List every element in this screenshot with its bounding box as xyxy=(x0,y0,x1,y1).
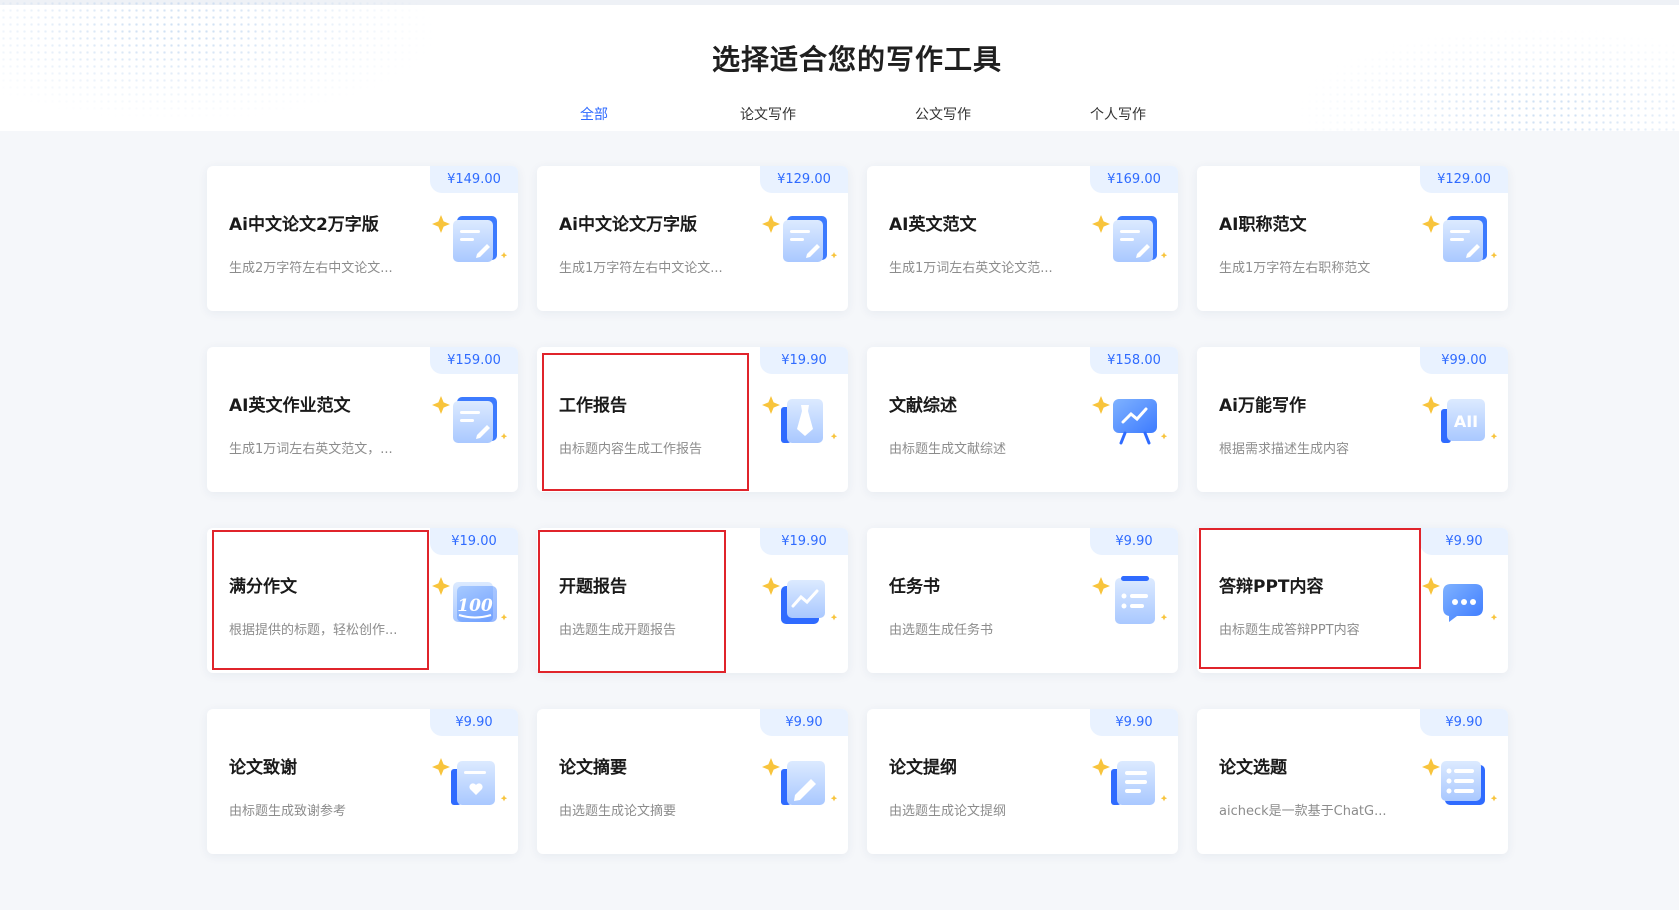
card-description: 生成1万字符左右职称范文 xyxy=(1219,261,1371,276)
card-description: 根据提供的标题，轻松创作... xyxy=(229,623,398,638)
price-badge: ¥169.00 xyxy=(1090,166,1178,193)
card-title: 论文选题 xyxy=(1219,758,1287,778)
chat-bubble-icon xyxy=(1417,570,1498,628)
card-description: 由选题生成任务书 xyxy=(889,623,994,638)
price-badge: ¥9.90 xyxy=(1420,528,1508,555)
price-badge: ¥9.90 xyxy=(1090,528,1178,555)
tie-icon xyxy=(757,389,838,447)
card-description: 生成1万字符左右中文论文... xyxy=(559,261,723,276)
document-edit-icon xyxy=(757,208,838,266)
card-title: AI英文范文 xyxy=(889,215,977,235)
card-description: 由标题生成答辩PPT内容 xyxy=(1219,623,1360,638)
presentation-chart-icon xyxy=(1087,389,1168,447)
tool-card[interactable]: ¥99.00 Ai万能写作根据需求描述生成内容 AII xyxy=(1197,347,1508,492)
card-description: 生成1万词左右英文论文范... xyxy=(889,261,1053,276)
heart-list-icon xyxy=(427,751,508,809)
document-edit-icon xyxy=(427,389,508,447)
score-100-icon: 100 xyxy=(427,570,508,628)
card-description: 由选题生成论文摘要 xyxy=(559,804,677,819)
document-edit-icon xyxy=(1417,208,1498,266)
tool-card[interactable]: ¥129.00 AI职称范文生成1万字符左右职称范文 xyxy=(1197,166,1508,311)
category-tabs: 全部 论文写作 公文写作 个人写作 xyxy=(0,104,1679,131)
price-badge: ¥159.00 xyxy=(430,347,518,374)
card-description: 由标题生成文献综述 xyxy=(889,442,1007,457)
tool-card[interactable]: ¥158.00 文献综述由标题生成文献综述 xyxy=(867,347,1178,492)
tool-card[interactable]: ¥149.00 Ai中文论文2万字版生成2万字符左右中文论文... xyxy=(207,166,518,311)
card-title: AI职称范文 xyxy=(1219,215,1307,235)
card-title: Ai中文论文2万字版 xyxy=(229,215,379,235)
card-title: 论文致谢 xyxy=(229,758,297,778)
card-title: Ai万能写作 xyxy=(1219,396,1306,416)
card-title: AI英文作业范文 xyxy=(229,396,351,416)
svg-text:100: 100 xyxy=(457,596,493,616)
tab-thesis-writing[interactable]: 论文写作 xyxy=(740,104,796,124)
tab-label: 个人写作 xyxy=(1090,107,1146,123)
card-title: 任务书 xyxy=(889,577,940,597)
tool-card[interactable]: ¥159.00 AI英文作业范文生成1万词左右英文范文，... xyxy=(207,347,518,492)
price-badge: ¥129.00 xyxy=(760,166,848,193)
card-title: 论文摘要 xyxy=(559,758,627,778)
tool-card[interactable]: ¥9.90 论文摘要由选题生成论文摘要 xyxy=(537,709,848,854)
list-icon xyxy=(1417,751,1498,809)
card-title: 答辩PPT内容 xyxy=(1219,577,1324,597)
price-badge: ¥9.90 xyxy=(1420,709,1508,736)
card-description: 由标题内容生成工作报告 xyxy=(559,442,703,457)
tab-label: 公文写作 xyxy=(915,107,971,123)
card-description: 由标题生成致谢参考 xyxy=(229,804,347,819)
price-badge: ¥149.00 xyxy=(430,166,518,193)
page: 选择适合您的写作工具 全部 论文写作 公文写作 个人写作 ¥149.00 Ai中文… xyxy=(0,0,1679,910)
document-edit-icon xyxy=(427,208,508,266)
tool-card[interactable]: ¥9.90 论文选题 aicheck是一款基于ChatG... xyxy=(1197,709,1508,854)
card-title: 文献综述 xyxy=(889,396,957,416)
card-description: 生成1万词左右英文范文，... xyxy=(229,442,393,457)
ai-badge-icon: AII xyxy=(1417,389,1498,447)
price-badge: ¥158.00 xyxy=(1090,347,1178,374)
tool-card[interactable]: ¥169.00 AI英文范文生成1万词左右英文论文范... xyxy=(867,166,1178,311)
outline-icon xyxy=(1087,751,1168,809)
price-badge: ¥19.90 xyxy=(760,347,848,374)
price-badge: ¥129.00 xyxy=(1420,166,1508,193)
tab-label: 全部 xyxy=(580,107,608,123)
pencil-icon xyxy=(757,751,838,809)
price-badge: ¥19.90 xyxy=(760,528,848,555)
tool-card[interactable]: ¥19.90 开题报告由选题生成开题报告 xyxy=(537,528,848,673)
tab-all[interactable]: 全部 xyxy=(580,104,608,124)
price-badge: ¥9.90 xyxy=(760,709,848,736)
tab-official-writing[interactable]: 公文写作 xyxy=(915,104,971,124)
tool-card[interactable]: ¥9.90 答辩PPT内容由标题生成答辩PPT内容 xyxy=(1197,528,1508,673)
tab-label: 论文写作 xyxy=(740,107,796,123)
price-badge: ¥19.00 xyxy=(430,528,518,555)
tab-personal-writing[interactable]: 个人写作 xyxy=(1090,104,1146,124)
page-title: 选择适合您的写作工具 xyxy=(711,43,1002,76)
card-title: Ai中文论文万字版 xyxy=(559,215,697,235)
price-badge: ¥9.90 xyxy=(430,709,518,736)
checklist-icon xyxy=(1087,570,1168,628)
tool-card[interactable]: ¥19.90 工作报告由标题内容生成工作报告 xyxy=(537,347,848,492)
card-title: 论文提纲 xyxy=(889,758,957,778)
card-description: 由选题生成论文提纲 xyxy=(889,804,1007,819)
svg-text:AII: AII xyxy=(1454,412,1478,431)
line-chart-icon xyxy=(757,570,838,628)
price-badge: ¥99.00 xyxy=(1420,347,1508,374)
tool-card[interactable]: ¥9.90 任务书由选题生成任务书 xyxy=(867,528,1178,673)
card-description: 根据需求描述生成内容 xyxy=(1219,442,1350,457)
document-edit-icon xyxy=(1087,208,1168,266)
card-title: 开题报告 xyxy=(559,577,627,597)
tool-card[interactable]: ¥129.00 Ai中文论文万字版生成1万字符左右中文论文... xyxy=(537,166,848,311)
card-title: 满分作文 xyxy=(229,577,297,597)
card-title: 工作报告 xyxy=(559,396,627,416)
header: 选择适合您的写作工具 全部 论文写作 公文写作 个人写作 xyxy=(0,0,1679,131)
price-badge: ¥9.90 xyxy=(1090,709,1178,736)
tool-card[interactable]: ¥9.90 论文致谢由标题生成致谢参考 xyxy=(207,709,518,854)
card-description: 生成2万字符左右中文论文... xyxy=(229,261,393,276)
tool-card[interactable]: ¥9.90 论文提纲由选题生成论文提纲 xyxy=(867,709,1178,854)
card-description: 由选题生成开题报告 xyxy=(559,623,677,638)
tool-card[interactable]: ¥19.00 满分作文根据提供的标题，轻松创作... 100 xyxy=(207,528,518,673)
card-description: aicheck是一款基于ChatG... xyxy=(1219,804,1387,819)
